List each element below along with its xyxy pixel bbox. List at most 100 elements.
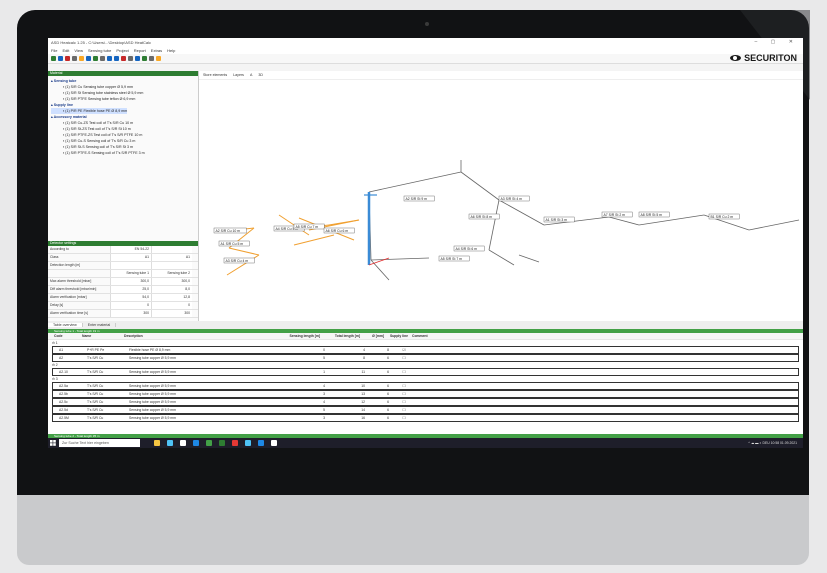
setting-value[interactable]: 8,0 (151, 286, 192, 293)
pipe-label[interactable]: A6 S/R St 8 m (468, 213, 500, 220)
table-row[interactable]: A2.5a T's S/R Cu Sensing tube copper Ø 5,9… (52, 382, 799, 390)
setting-value[interactable]: Sensing tube 2 (151, 270, 192, 277)
pipe-segment[interactable] (748, 219, 800, 231)
toolbar-tool-icon[interactable] (58, 56, 63, 61)
pipe-label[interactable]: A1 S/R Cu 5 m (218, 240, 250, 247)
column-header[interactable]: Sensing length [m] (284, 333, 324, 339)
setting-value[interactable] (151, 246, 192, 253)
table-row[interactable]: A2 T's S/R Cu Sensing tube copper Ø 5,9 mm… (52, 354, 799, 362)
viewport-tool[interactable]: A (250, 73, 252, 77)
tab-table-overview[interactable]: Table overview (48, 323, 83, 327)
column-header[interactable]: Supply line (388, 333, 410, 339)
taskbar-app-icon[interactable] (206, 440, 212, 446)
table-cell[interactable]: ☐ (393, 399, 415, 405)
toolbar-tool-icon[interactable] (72, 56, 77, 61)
table-row[interactable]: A2.5c T's S/R Cu Sensing tube copper Ø 5,9… (52, 398, 799, 406)
toolbar-tool-icon[interactable] (128, 56, 133, 61)
menu-item-project[interactable]: Project (116, 48, 128, 53)
system-tray[interactable]: ^ ☁ ▬ ◐ DEU 10:58 01.09.2021 (748, 438, 797, 448)
table-cell[interactable]: ☐ (393, 369, 415, 375)
setting-value[interactable]: 300 (110, 310, 151, 317)
sensing-tube-segment[interactable] (293, 234, 335, 246)
pipe-segment[interactable] (488, 199, 500, 251)
setting-value[interactable]: 25,0 (110, 286, 151, 293)
table-cell[interactable]: ☐ (393, 415, 415, 421)
setting-value[interactable] (151, 262, 192, 269)
setting-value[interactable]: 300,0 (151, 278, 192, 285)
pipe-label[interactable]: A7 S/R St 2 m (601, 211, 633, 218)
taskbar-app-icon[interactable] (167, 440, 173, 446)
toolbar-tool-icon[interactable] (65, 56, 70, 61)
setting-value[interactable]: 54,0 (110, 294, 151, 301)
taskbar-search-input[interactable]: Zur Suche Text hier eingeben (59, 439, 140, 447)
pipe-label[interactable]: A6 S/R Cu 6 m (323, 227, 355, 234)
menu-item-help[interactable]: Help (167, 48, 175, 53)
toolbar-tool-icon[interactable] (93, 56, 98, 61)
taskbar-app-icon[interactable] (245, 440, 251, 446)
table-row[interactable]: A2.5d T's S/R Cu Sensing tube copper Ø 5,9… (52, 406, 799, 414)
toolbar-tool-icon[interactable] (51, 56, 56, 61)
menu-item-extras[interactable]: Extras (151, 48, 162, 53)
toolbar-tool-icon[interactable] (135, 56, 140, 61)
pipe-segment[interactable] (460, 171, 500, 201)
tree-item[interactable]: ▪ (1) S/R PTFE-S Sensing coil of T's S/R… (51, 150, 195, 156)
window-controls[interactable]: – ▢ ✕ (755, 38, 799, 47)
pipe-network-drawing[interactable]: A2 S/R Cu 10 m A1 S/R Cu 5 m A3 S/R Cu 4 m… (199, 80, 803, 322)
toolbar-tool-icon[interactable] (121, 56, 126, 61)
taskbar-app-icon[interactable] (193, 440, 199, 446)
toolbar-tool-icon[interactable] (107, 56, 112, 61)
setting-value[interactable]: 300,0 (110, 278, 151, 285)
toolbar-tool-icon[interactable] (114, 56, 119, 61)
table-cell[interactable]: ☑ (393, 347, 415, 353)
menu-item-report[interactable]: Report (134, 48, 146, 53)
setting-value[interactable]: EN 54-22 (110, 246, 151, 253)
pipe-label[interactable]: A2 S/R Cu 10 m (213, 227, 247, 234)
table-row[interactable]: A2.5b T's S/R Cu Sensing tube copper Ø 5,9… (52, 390, 799, 398)
pipe-segment[interactable] (368, 171, 462, 193)
setting-value[interactable]: A1 (151, 254, 192, 261)
tab-enter-material[interactable]: Enter material (82, 323, 117, 327)
table-row[interactable]: A1 P+R PE Pe Flexible hose PE Ø 8,9 mm 0 4 8 ☑ (52, 346, 799, 354)
menu-item-edit[interactable]: Edit (62, 48, 69, 53)
pipe-segment[interactable] (488, 249, 515, 266)
pipe-3d-viewport[interactable]: Store elements Layers A 3D A2 S/R Cu 10 m A1… (199, 71, 803, 321)
column-header[interactable]: Description (124, 333, 284, 339)
setting-value[interactable]: 300 (151, 310, 192, 317)
pipe-segment[interactable] (608, 216, 640, 226)
pipe-label[interactable]: A4 S/R St 6 m (453, 245, 485, 252)
table-cell[interactable]: ☐ (393, 407, 415, 413)
column-header[interactable]: Ø [mm] (364, 333, 388, 339)
toolbar-tool-icon[interactable] (79, 56, 84, 61)
taskbar-app-icon[interactable] (154, 440, 160, 446)
setting-value[interactable]: 0 (110, 302, 151, 309)
menu-item-view[interactable]: View (74, 48, 83, 53)
pipe-segment[interactable] (370, 257, 430, 261)
column-header[interactable]: Code (48, 333, 82, 339)
windows-start-button[interactable] (48, 438, 57, 448)
menu-item-sensing-tube[interactable]: Sensing tube (88, 48, 111, 53)
column-header[interactable]: Name (82, 333, 124, 339)
toolbar-tool-icon[interactable] (86, 56, 91, 61)
pipe-segment[interactable] (498, 199, 545, 226)
viewport-tool[interactable]: 3D (258, 73, 263, 77)
taskbar-app-icon[interactable] (258, 440, 264, 446)
column-header[interactable]: Total length [m] (324, 333, 364, 339)
setting-value[interactable]: 12,8 (151, 294, 192, 301)
pipe-label[interactable]: A5 S/R St 7 m (438, 255, 470, 262)
menu-item-file[interactable]: File (51, 48, 57, 53)
table-cell[interactable]: ☐ (393, 383, 415, 389)
pipe-label[interactable]: A2 S/R St 9 m (403, 195, 435, 202)
table-cell[interactable]: ☐ (393, 355, 415, 361)
pipe-label[interactable]: A5 S/R Cu 7 m (293, 223, 325, 230)
table-row[interactable]: A2.5M T's S/R Cu Sensing tube copper Ø 5,9… (52, 414, 799, 422)
pipe-label[interactable]: B1 S/R Cu 2 m (708, 213, 740, 220)
setting-value[interactable]: A1 (110, 254, 151, 261)
taskbar-app-icon[interactable] (271, 440, 277, 446)
setting-value[interactable]: Sensing tube 1 (110, 270, 151, 277)
table-row[interactable]: A2.10 T's S/R Cu Sensing tube copper Ø 5,9… (52, 368, 799, 376)
taskbar-app-icon[interactable] (232, 440, 238, 446)
setting-value[interactable]: 0 (151, 302, 192, 309)
taskbar-app-icon[interactable] (219, 440, 225, 446)
toolbar-tool-icon[interactable] (100, 56, 105, 61)
table-cell[interactable]: ☐ (393, 391, 415, 397)
